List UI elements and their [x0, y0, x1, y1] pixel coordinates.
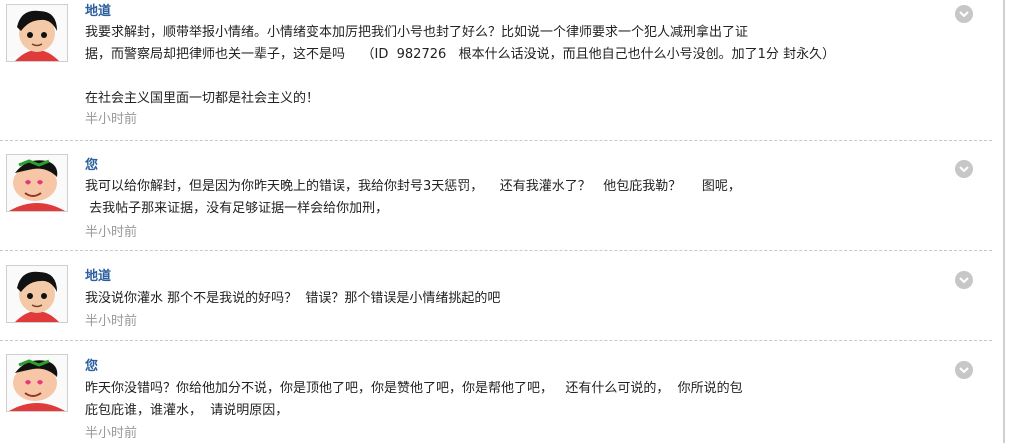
- message-line: 据，而警察局却把律师也关一辈子，这不是吗 （ID 982726 根本什么话没说，…: [85, 47, 836, 62]
- message-author[interactable]: 您: [85, 357, 98, 376]
- message-line: 庇包庇谁，谁灌水， 请说明原因，: [85, 403, 289, 418]
- message-timestamp: 半小时前: [85, 426, 138, 441]
- chevron-down-icon[interactable]: [955, 271, 973, 289]
- message-line: 去我帖子那来证据，没有足够证据一样会给你加刑，: [85, 201, 389, 216]
- message-author[interactable]: 您: [85, 156, 98, 175]
- scrollbar-track[interactable]: [1003, 0, 1005, 443]
- chevron-down-icon[interactable]: [955, 160, 973, 178]
- message-line: 在社会主义国里面一切都是社会主义的！: [85, 91, 320, 106]
- chevron-down-icon[interactable]: [955, 5, 973, 23]
- message-item: 地道 我要求解封，顺带举报小情绪。小情绪变本加厉把我们小号也封了好么？比如说一个…: [0, 2, 995, 140]
- message-line: 我要求解封，顺带举报小情绪。小情绪变本加厉把我们小号也封了好么？比如说一个律师要…: [85, 25, 749, 40]
- crayon-shin-chan-avatar[interactable]: [6, 154, 68, 212]
- boy-avatar[interactable]: [6, 265, 68, 323]
- message-author[interactable]: 地道: [85, 2, 111, 21]
- message-divider: [0, 140, 992, 141]
- message-timestamp: 半小时前: [85, 225, 138, 240]
- message-divider: [0, 340, 992, 341]
- message-text: 我没说你灌水 那个不是我说的好吗？ 错误？那个错误是小情绪挑起的吧: [85, 288, 955, 310]
- message-line: 昨天你没错吗？你给他加分不说，你是顶他了吧，你是赞他了吧，你是帮他了吧， 还有什…: [85, 381, 743, 396]
- message-author[interactable]: 地道: [85, 267, 111, 286]
- message-line: 我可以给你解封，但是因为你昨天晚上的错误，我给你封号3天惩罚， 还有我灌水了？ …: [85, 179, 741, 194]
- boy-avatar[interactable]: [6, 4, 68, 62]
- message-item: 地道 我没说你灌水 那个不是我说的好吗？ 错误？那个错误是小情绪挑起的吧 半小时…: [0, 265, 995, 337]
- message-text: 我可以给你解封，但是因为你昨天晚上的错误，我给你封号3天惩罚， 还有我灌水了？ …: [85, 176, 955, 220]
- message-item: 您 我可以给你解封，但是因为你昨天晚上的错误，我给你封号3天惩罚， 还有我灌水了…: [0, 154, 995, 248]
- message-timestamp: 半小时前: [85, 112, 138, 127]
- message-text: 我要求解封，顺带举报小情绪。小情绪变本加厉把我们小号也封了好么？比如说一个律师要…: [85, 22, 955, 110]
- message-divider: [0, 250, 992, 251]
- message-item: 您 昨天你没错吗？你给他加分不说，你是顶他了吧，你是赞他了吧，你是帮他了吧， 还…: [0, 354, 995, 443]
- message-line: [85, 66, 955, 88]
- chevron-down-icon[interactable]: [955, 361, 973, 379]
- message-line: 我没说你灌水 那个不是我说的好吗？ 错误？那个错误是小情绪挑起的吧: [85, 291, 501, 306]
- crayon-shin-chan-avatar[interactable]: [6, 354, 68, 412]
- message-text: 昨天你没错吗？你给他加分不说，你是顶他了吧，你是赞他了吧，你是帮他了吧， 还有什…: [85, 378, 955, 422]
- message-timestamp: 半小时前: [85, 314, 138, 329]
